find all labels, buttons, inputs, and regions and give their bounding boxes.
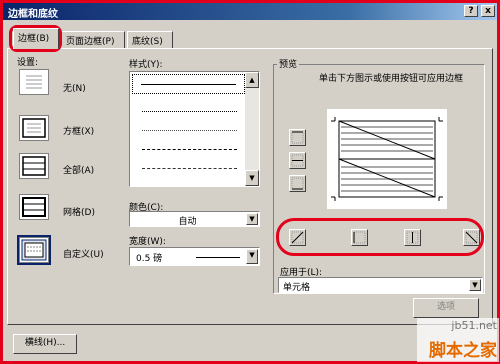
border-inside-horizontal-button[interactable] [289, 152, 306, 169]
border-diagonal-up-button[interactable] [289, 229, 306, 246]
border-left-button[interactable] [351, 229, 368, 246]
line-style-solid [141, 84, 236, 85]
width-label: 宽度(W): [129, 237, 166, 247]
tab-borders[interactable]: 边框(B) [13, 28, 59, 49]
watermark-site: jb51.net [451, 319, 497, 332]
width-line-sample [196, 257, 240, 258]
dialog-title: 边框和底纹 [8, 9, 58, 20]
setting-none-label[interactable]: 无(N) [63, 81, 86, 94]
tab-page-borders-label: 页面边框(P) [66, 37, 115, 47]
scroll-up-icon[interactable]: ▲ [245, 72, 259, 88]
setting-custom-label[interactable]: 自定义(U) [63, 247, 104, 260]
preview-canvas[interactable] [327, 109, 447, 209]
tab-borders-label: 边框(B) [18, 34, 50, 44]
border-inside-vertical-button[interactable] [404, 229, 421, 246]
setting-box-label[interactable]: 方框(X) [63, 124, 94, 137]
tab-page-borders[interactable]: 页面边框(P) [61, 31, 125, 48]
watermark: jb51.net 脚本之家 [417, 318, 499, 362]
style-scrollbar[interactable]: ▲ ▼ [245, 72, 259, 186]
line-style-dashed[interactable] [142, 149, 237, 150]
chevron-down-icon[interactable]: ▼ [246, 213, 258, 225]
scroll-down-icon[interactable]: ▼ [245, 170, 259, 186]
chevron-down-icon[interactable]: ▼ [469, 279, 481, 291]
options-button[interactable]: 选项 [413, 298, 479, 318]
watermark-brand: 脚本之家 [429, 341, 497, 361]
style-selected-item[interactable] [132, 74, 245, 94]
setting-grid-label[interactable]: 网格(D) [63, 205, 95, 218]
setting-grid-icon[interactable] [19, 194, 49, 220]
apply-to-value: 单元格 [283, 283, 311, 293]
border-diagonal-down-button[interactable] [463, 229, 480, 246]
preview-heading: 预览 [277, 57, 300, 70]
help-button[interactable]: ? [464, 5, 478, 17]
style-heading: 样式(Y): [129, 60, 163, 70]
setting-all-icon[interactable] [19, 153, 49, 179]
horizontal-line-button[interactable]: 横线(H)... [13, 334, 77, 354]
border-bottom-button[interactable] [289, 175, 306, 192]
preview-instruction: 单击下方图示或使用按钮可应用边框 [318, 74, 463, 84]
line-style-dotted-fine[interactable] [142, 130, 237, 131]
tab-shading-label: 底纹(S) [132, 37, 163, 47]
line-style-dotted[interactable] [142, 111, 237, 112]
setting-all-label[interactable]: 全部(A) [63, 163, 94, 176]
color-combo[interactable]: 自动 ▼ [129, 211, 260, 227]
setting-custom-icon[interactable] [17, 235, 51, 265]
border-top-button[interactable] [289, 129, 306, 146]
settings-heading: 设置: [17, 58, 39, 68]
style-listbox[interactable]: ▲ ▼ [129, 71, 260, 187]
apply-to-combo[interactable]: 单元格 ▼ [278, 277, 483, 293]
tab-shading[interactable]: 底纹(S) [127, 31, 173, 48]
title-bar[interactable]: 边框和底纹 ? x [2, 2, 498, 20]
width-combo[interactable]: 0.5 磅 ▼ [129, 247, 260, 266]
width-value: 0.5 磅 [136, 254, 163, 264]
color-value: 自动 [178, 217, 197, 227]
close-button[interactable]: x [481, 5, 495, 17]
setting-none-icon[interactable] [19, 69, 49, 95]
borders-shading-dialog: 边框和底纹 ? x 边框(B) 页面边框(P) 底纹(S) 设置: 无(N) 方… [0, 0, 498, 362]
setting-box-icon[interactable] [19, 115, 49, 141]
chevron-down-icon[interactable]: ▼ [246, 249, 258, 264]
line-style-dash-dot[interactable] [142, 168, 237, 169]
